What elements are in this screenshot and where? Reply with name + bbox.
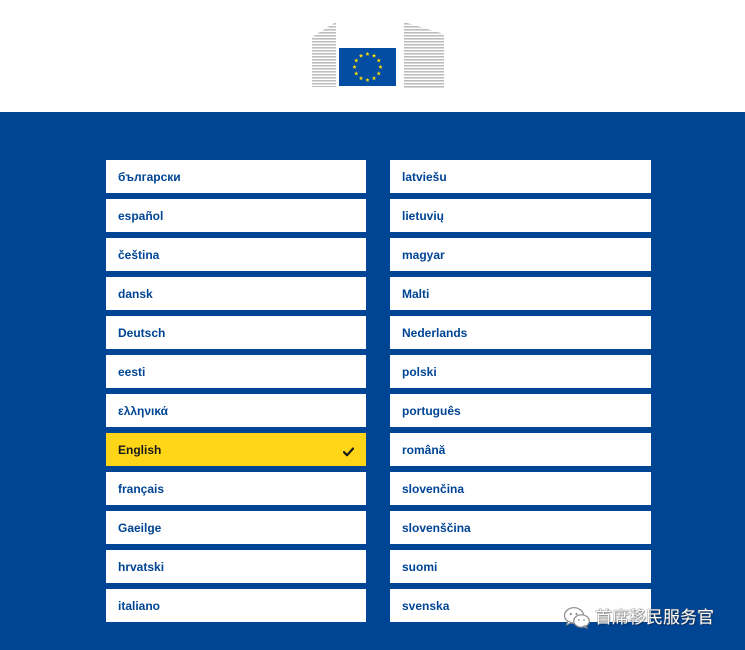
language-option-lt[interactable]: lietuvių xyxy=(390,199,651,232)
language-option-en[interactable]: English xyxy=(106,433,366,466)
language-option-sl[interactable]: slovenščina xyxy=(390,511,651,544)
wechat-icon xyxy=(563,607,590,629)
language-label: español xyxy=(118,208,164,223)
check-icon xyxy=(342,444,355,457)
language-label: čeština xyxy=(118,247,160,262)
language-list-left: български español čeština dansk Deutsch … xyxy=(106,160,366,622)
language-label: eesti xyxy=(118,364,146,379)
language-option-pt[interactable]: português xyxy=(390,394,651,427)
language-option-hu[interactable]: magyar xyxy=(390,238,651,271)
language-label: lietuvių xyxy=(402,208,445,223)
language-label: latviešu xyxy=(402,169,447,184)
language-label: magyar xyxy=(402,247,445,262)
language-label: português xyxy=(402,403,461,418)
language-option-de[interactable]: Deutsch xyxy=(106,316,366,349)
logo-building-left xyxy=(312,22,336,87)
language-label: polski xyxy=(402,364,437,379)
language-option-bg[interactable]: български xyxy=(106,160,366,193)
language-label: hrvatski xyxy=(118,559,165,574)
language-option-et[interactable]: eesti xyxy=(106,355,366,388)
language-option-fi[interactable]: suomi xyxy=(390,550,651,583)
language-option-ga[interactable]: Gaeilge xyxy=(106,511,366,544)
language-option-nl[interactable]: Nederlands xyxy=(390,316,651,349)
language-option-hr[interactable]: hrvatski xyxy=(106,550,366,583)
language-label: ελληνικά xyxy=(118,403,169,418)
language-label: English xyxy=(118,442,162,457)
language-label: svenska xyxy=(402,598,450,613)
language-label: Gaeilge xyxy=(118,520,162,535)
language-label: Malti xyxy=(402,286,430,301)
language-option-lv[interactable]: latviešu xyxy=(390,160,651,193)
language-label: Nederlands xyxy=(402,325,468,340)
language-list-right: latviešu lietuvių magyar Malti Nederland… xyxy=(390,160,651,622)
language-option-da[interactable]: dansk xyxy=(106,277,366,310)
language-label: slovenčina xyxy=(402,481,465,496)
language-label: français xyxy=(118,481,165,496)
language-option-sk[interactable]: slovenčina xyxy=(390,472,651,505)
language-option-pl[interactable]: polski xyxy=(390,355,651,388)
language-label: dansk xyxy=(118,286,153,301)
language-option-ro[interactable]: română xyxy=(390,433,651,466)
language-label: italiano xyxy=(118,598,161,613)
language-option-mt[interactable]: Malti xyxy=(390,277,651,310)
page-header xyxy=(0,0,745,112)
language-option-es[interactable]: español xyxy=(106,199,366,232)
language-label: Deutsch xyxy=(118,325,166,340)
language-option-fr[interactable]: français xyxy=(106,472,366,505)
language-label: slovenščina xyxy=(402,520,471,535)
language-label: română xyxy=(402,442,446,457)
language-label: suomi xyxy=(402,559,438,574)
language-option-it[interactable]: italiano xyxy=(106,589,366,622)
logo-building-right xyxy=(404,22,444,88)
language-option-cs[interactable]: čeština xyxy=(106,238,366,271)
language-option-el[interactable]: ελληνικά xyxy=(106,394,366,427)
watermark-text: 首席移民服务官 xyxy=(595,608,714,628)
language-label: български xyxy=(118,169,181,184)
european-commission-logo xyxy=(312,22,444,88)
